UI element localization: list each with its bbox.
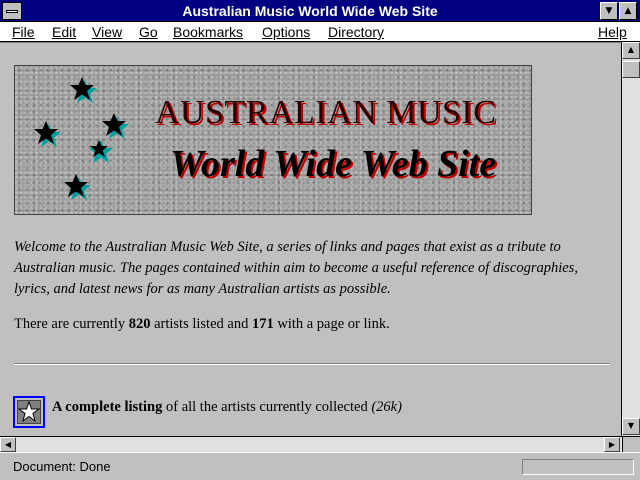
horizontal-scrollbar[interactable]: ◀ ▶ <box>0 436 622 452</box>
scroll-up-arrow-icon[interactable]: ▲ <box>622 42 640 59</box>
menu-bookmarks[interactable]: Bookmarks <box>173 23 243 41</box>
system-menu-icon[interactable] <box>2 2 22 20</box>
banner-subtitle: World Wide Web Site <box>170 143 497 185</box>
status-text: Document: Done <box>13 459 111 474</box>
status-bar: Document: Done <box>0 452 640 480</box>
menu-edit[interactable]: Edit <box>52 23 76 41</box>
menu-bar: File Edit View Go Bookmarks Options Dire… <box>0 22 640 42</box>
site-banner: AUSTRALIAN MUSIC World Wide Web Site <box>14 65 532 215</box>
pages-number: 171 <box>251 316 274 332</box>
welcome-text: Welcome to the Australian Music Web Site… <box>14 239 578 297</box>
title-bar: Australian Music World Wide Web Site ▼ ▲ <box>0 0 640 22</box>
progress-indicator <box>522 459 634 475</box>
complete-listing-link[interactable]: A complete listing of all the artists cu… <box>52 399 402 416</box>
scroll-thumb[interactable] <box>622 61 640 78</box>
menu-help[interactable]: Help <box>598 23 627 41</box>
minimize-button[interactable]: ▼ <box>600 2 618 20</box>
vertical-scrollbar[interactable]: ▲ ▼ <box>621 42 640 436</box>
maximize-button[interactable]: ▲ <box>619 2 637 20</box>
document-content[interactable]: AUSTRALIAN MUSIC World Wide Web Site Wel… <box>0 42 622 436</box>
listing-star-icon[interactable] <box>13 396 45 428</box>
horizontal-rule <box>14 363 610 365</box>
menu-directory[interactable]: Directory <box>328 23 384 41</box>
scroll-down-arrow-icon[interactable]: ▼ <box>622 418 640 435</box>
scroll-left-arrow-icon[interactable]: ◀ <box>0 437 16 452</box>
scroll-right-arrow-icon[interactable]: ▶ <box>604 437 620 452</box>
menu-options[interactable]: Options <box>262 23 310 41</box>
menu-go[interactable]: Go <box>139 23 158 41</box>
artist-count: There are currently 820 artists listed a… <box>14 316 390 332</box>
artists-number: 820 <box>128 316 151 332</box>
menu-view[interactable]: View <box>92 23 122 41</box>
window-title: Australian Music World Wide Web Site <box>182 3 438 19</box>
southern-cross-icon <box>34 77 129 200</box>
banner-title: AUSTRALIAN MUSIC <box>155 94 497 131</box>
scrollbar-corner <box>622 436 640 452</box>
menu-file[interactable]: File <box>12 23 35 41</box>
